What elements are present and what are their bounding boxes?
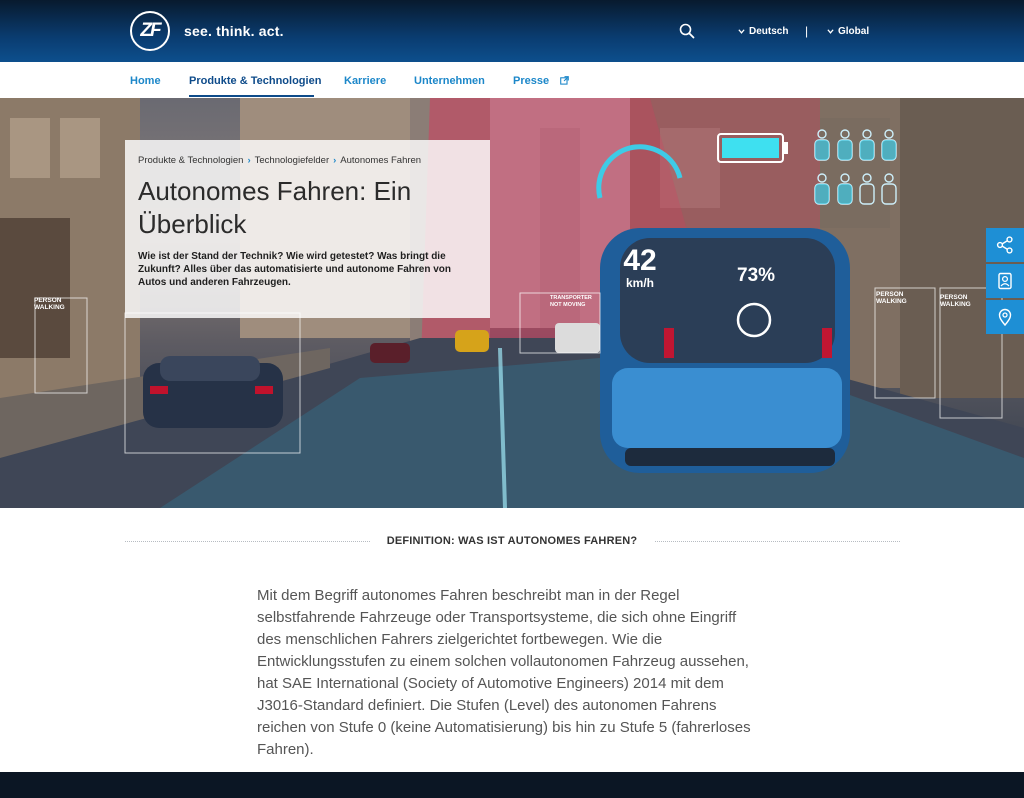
nav-unternehmen[interactable]: Unternehmen (414, 75, 485, 87)
hero-lead-text: Wie ist der Stand der Technik? Wie wird … (138, 251, 451, 288)
speed-value: 42 (623, 244, 657, 277)
share-icon (996, 236, 1013, 254)
breadcrumb: Produkte & Technologien › Technologiefel… (138, 155, 477, 166)
slogan: see. think. act. (184, 23, 284, 39)
detection-label-person-right-1: PERSON WALKING (876, 291, 907, 305)
zf-logo[interactable]: ZF (130, 11, 170, 51)
chevron-down-icon (738, 29, 745, 34)
footer-bar (0, 772, 1024, 798)
definition-body: Mit dem Begriff autonomes Fahren beschre… (257, 587, 751, 758)
region-label: Global (838, 26, 870, 37)
logo-text: ZF (140, 20, 161, 41)
nav-produkte-technologien[interactable]: Produkte & Technologien (189, 75, 321, 87)
breadcrumb-item-current: Autonomes Fahren (340, 155, 422, 166)
location-button[interactable] (986, 300, 1024, 334)
detection-label-person-left: PERSON WALKING (34, 297, 65, 311)
battery-percent: 73% (737, 265, 776, 286)
chevron-down-icon (827, 29, 834, 34)
chevron-right-icon: › (247, 155, 251, 166)
speed-unit: km/h (625, 276, 654, 290)
location-icon (998, 308, 1012, 326)
chevron-right-icon: › (333, 155, 337, 166)
nav-presse[interactable]: Presse (513, 75, 549, 87)
definition-section: DEFINITION: WAS IST AUTONOMES FAHREN? Mi… (0, 508, 1024, 772)
header-divider: | (805, 24, 809, 38)
breadcrumb-item-produkte[interactable]: Produkte & Technologien (138, 155, 243, 166)
page: ZF see. think. act. Deutsch | Global Hom… (0, 0, 1024, 798)
nav-home[interactable]: Home (130, 75, 161, 87)
active-nav-indicator (189, 95, 314, 97)
top-header-bar: ZF see. think. act. Deutsch | Global (0, 0, 1024, 62)
main-nav: Home Produkte & Technologien Karriere Un… (0, 62, 1024, 99)
nav-karriere[interactable]: Karriere (344, 75, 386, 87)
divider-right (655, 541, 900, 542)
language-selector[interactable]: Deutsch (738, 26, 788, 37)
detection-label-person-right-2: PERSON WALKING (940, 294, 971, 308)
hero-text-card: Produkte & Technologien › Technologiefel… (125, 140, 490, 318)
search-icon[interactable] (679, 23, 695, 39)
breadcrumb-item-technologiefelder[interactable]: Technologiefelder (255, 155, 329, 166)
language-label: Deutsch (749, 26, 789, 37)
share-button[interactable] (986, 228, 1024, 262)
detection-label-transporter: TRANSPORTER NOT MOVING (550, 295, 592, 308)
contact-button[interactable] (986, 264, 1024, 298)
page-title: Autonomes Fahren: Ein Überblick (138, 176, 412, 239)
speed-readout: 42 km/h (612, 244, 668, 291)
region-selector[interactable]: Global (827, 26, 869, 37)
external-link-icon[interactable] (560, 76, 569, 85)
contact-icon (998, 272, 1012, 290)
